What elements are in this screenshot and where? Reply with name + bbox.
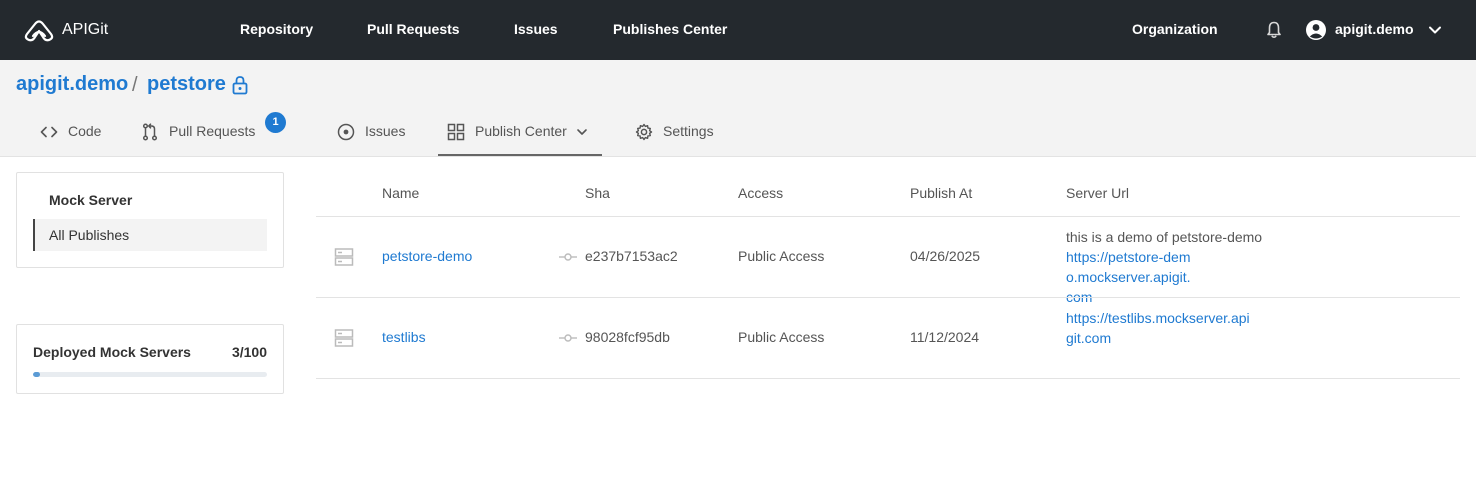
sidebar-item-all-publishes[interactable]: All Publishes	[33, 219, 267, 251]
server-icon	[334, 248, 354, 266]
nav-publishes-center[interactable]: Publishes Center	[613, 21, 727, 37]
deployed-mock-servers-label: Deployed Mock Servers	[33, 344, 191, 360]
tab-settings[interactable]: Settings	[635, 110, 714, 156]
tab-issues-label: Issues	[365, 123, 406, 139]
code-icon	[40, 126, 58, 138]
mock-server-panel: Mock Server All Publishes	[16, 172, 284, 268]
apigit-logo-icon	[24, 20, 54, 42]
server-url-link[interactable]: https://testlibs.mockserver.apigit.com	[1066, 308, 1256, 348]
publish-sha: 98028fcf95db	[585, 329, 670, 345]
column-header-server-url: Server Url	[1066, 185, 1130, 201]
commit-icon	[559, 334, 577, 342]
sidebar-item-label: All Publishes	[49, 227, 130, 243]
nav-pull-requests[interactable]: Pull Requests	[367, 21, 460, 37]
deployed-progress-bar	[33, 372, 267, 377]
publish-date: 04/26/2025	[910, 248, 981, 264]
deployed-mock-servers-count: 3/100	[231, 344, 267, 360]
grid-icon	[447, 123, 465, 141]
tab-code-label: Code	[68, 123, 102, 139]
tab-publish-center[interactable]: Publish Center	[438, 110, 602, 156]
server-icon	[334, 329, 354, 347]
column-header-name: Name	[382, 185, 420, 201]
column-header-access: Access	[738, 185, 784, 201]
tab-publish-center-label: Publish Center	[475, 123, 567, 139]
nav-repository[interactable]: Repository	[240, 21, 313, 37]
column-header-sha: Sha	[585, 185, 610, 201]
column-header-publish-at: Publish At	[910, 185, 973, 201]
top-navigation-bar: APIGit Repository Pull Requests Issues P…	[0, 0, 1476, 60]
lock-icon	[232, 76, 248, 95]
nav-issues[interactable]: Issues	[514, 21, 558, 37]
publish-access: Public Access	[738, 329, 825, 345]
deployed-progress-fill	[33, 372, 41, 377]
repo-header: apigit.demo / petstore Code Pull Request…	[0, 60, 1476, 157]
table-row: petstore-demo e237b7153ac2 Public Access…	[316, 216, 1460, 305]
publish-date: 11/12/2024	[910, 329, 980, 345]
gear-icon	[635, 123, 653, 141]
pull-request-icon	[142, 123, 158, 141]
commit-icon	[559, 253, 577, 261]
deployed-mock-servers-panel: Deployed Mock Servers 3/100	[16, 324, 284, 394]
app-logo-text: APIGit	[62, 21, 109, 38]
bell-icon[interactable]	[1264, 20, 1284, 40]
tab-pull-requests-label: Pull Requests	[169, 123, 256, 139]
chevron-down-icon[interactable]	[575, 125, 589, 139]
app-logo[interactable]: APIGit	[24, 18, 108, 42]
nav-organization[interactable]: Organization	[1132, 21, 1218, 37]
server-url-cell: https://testlibs.mockserver.apigit.com	[1066, 308, 1256, 348]
publish-name-link[interactable]: petstore-demo	[382, 248, 472, 264]
chevron-down-icon[interactable]	[1427, 22, 1443, 38]
publish-access: Public Access	[738, 248, 825, 264]
mock-server-title: Mock Server	[49, 192, 133, 208]
publish-name-link[interactable]: testlibs	[382, 329, 426, 345]
breadcrumb-owner[interactable]: apigit.demo	[16, 73, 128, 96]
tab-issues[interactable]: Issues	[337, 110, 405, 156]
tab-pull-requests[interactable]: Pull Requests	[141, 110, 255, 156]
table-row: testlibs 98028fcf95db Public Access 11/1…	[316, 297, 1460, 378]
tab-settings-label: Settings	[663, 123, 714, 139]
user-menu-name[interactable]: apigit.demo	[1335, 21, 1414, 37]
pull-requests-count-badge: 1	[265, 112, 286, 133]
server-url-cell: this is a demo of petstore-demo https://…	[1066, 227, 1263, 307]
issue-icon	[337, 123, 355, 141]
tab-code[interactable]: Code	[40, 110, 101, 156]
publish-description: this is a demo of petstore-demo	[1066, 229, 1263, 245]
table-bottom-divider	[316, 378, 1460, 379]
breadcrumb-repo[interactable]: petstore	[147, 73, 226, 96]
publish-sha: e237b7153ac2	[585, 248, 678, 264]
user-avatar-icon[interactable]	[1305, 19, 1327, 41]
breadcrumb-separator: /	[132, 74, 138, 96]
